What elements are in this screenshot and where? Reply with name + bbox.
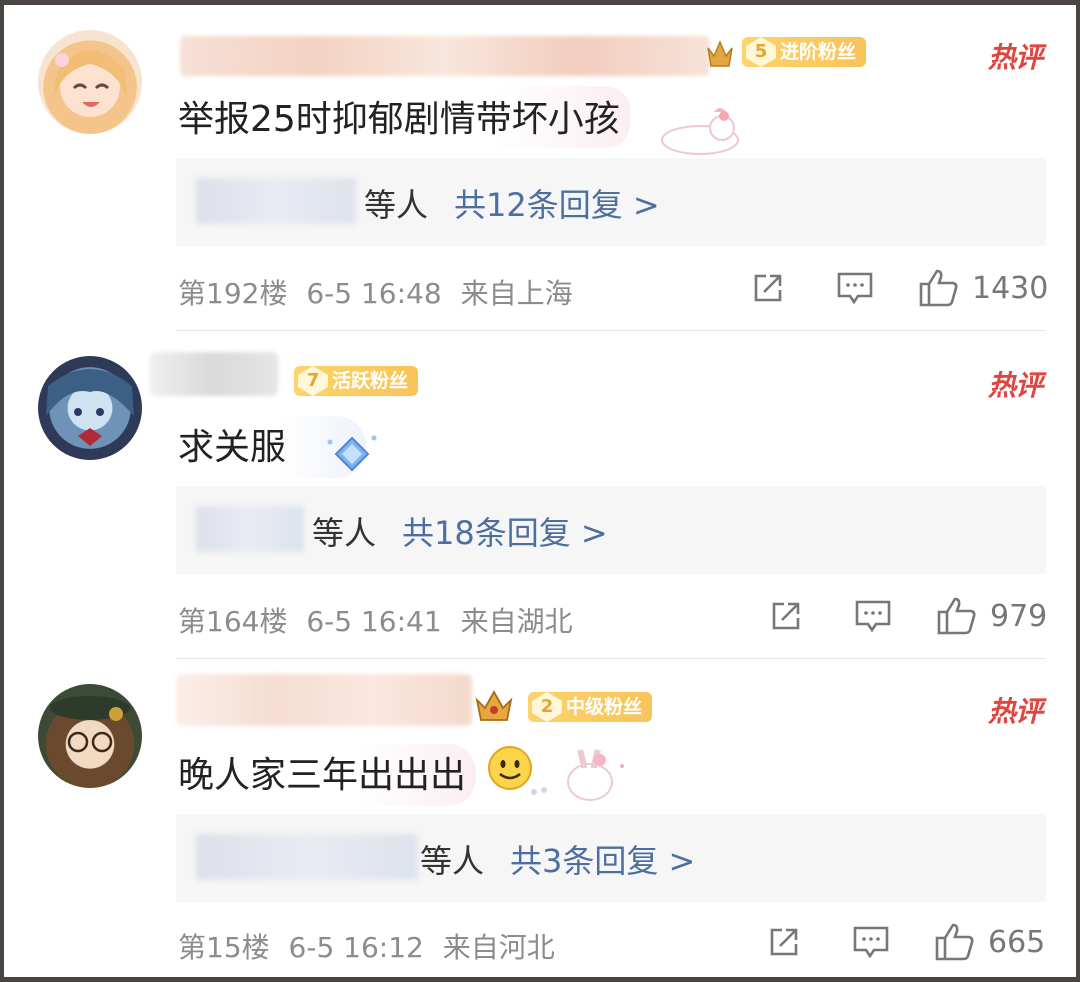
like-count: 665 xyxy=(988,925,1046,960)
like-count: 979 xyxy=(990,599,1048,634)
avatar[interactable] xyxy=(38,30,142,134)
reply-summary[interactable]: 等人 共18条回复 > xyxy=(176,486,1046,574)
reply-users-blurred xyxy=(196,506,304,552)
floor-number: 第192楼 xyxy=(178,277,288,310)
thumbs-up-icon[interactable] xyxy=(918,268,960,308)
fan-level-label: 中级粉丝 xyxy=(566,696,643,718)
comment-meta: 第192楼 6-5 16:48 来自上海 xyxy=(178,272,573,312)
fan-level-label: 进阶粉丝 xyxy=(780,41,857,63)
comment-time: 6-5 16:41 xyxy=(306,605,442,638)
comment-time: 6-5 16:12 xyxy=(288,931,424,964)
reply-users-blurred xyxy=(196,834,418,880)
comment-meta: 第164楼 6-5 16:41 来自湖北 xyxy=(178,600,573,640)
username-blurred[interactable] xyxy=(180,36,710,76)
fan-level-number: 5 xyxy=(746,37,776,67)
reply-count-link[interactable]: 共18条回复 > xyxy=(402,508,608,554)
hot-comment-label: 热评 xyxy=(987,41,1043,74)
fan-level-badge[interactable]: 7 活跃粉丝 xyxy=(294,366,419,396)
reply-etc-label: 等人 xyxy=(364,186,429,224)
share-icon[interactable] xyxy=(750,270,786,306)
hot-comment-label: 热评 xyxy=(987,695,1043,728)
comment-location: 来自河北 xyxy=(442,931,555,964)
avatar[interactable] xyxy=(38,356,142,460)
fan-level-number: 2 xyxy=(532,692,562,722)
fan-level-number: 7 xyxy=(298,366,328,396)
comment-meta: 第15楼 6-5 16:12 来自河北 xyxy=(178,926,555,966)
comment-icon[interactable] xyxy=(836,270,874,306)
floor-number: 第164楼 xyxy=(178,605,288,638)
comment-location: 来自湖北 xyxy=(460,605,573,638)
reply-etc-label: 等人 xyxy=(312,514,377,552)
comment-icon[interactable] xyxy=(852,924,890,960)
username-blurred[interactable] xyxy=(150,352,278,396)
divider xyxy=(176,330,1046,331)
fan-level-label: 活跃粉丝 xyxy=(332,370,409,392)
reply-summary[interactable]: 等人 共12条回复 > xyxy=(176,158,1046,246)
thumbs-up-icon[interactable] xyxy=(934,922,976,962)
diamond-sticker-icon xyxy=(322,430,384,480)
reply-count-link[interactable]: 共12条回复 > xyxy=(454,180,660,226)
reply-summary[interactable]: 等人 共3条回复 > xyxy=(176,814,1046,902)
reply-users-blurred xyxy=(196,178,356,224)
crown-icon xyxy=(706,38,734,70)
reply-count-link[interactable]: 共3条回复 > xyxy=(510,836,695,882)
share-icon[interactable] xyxy=(766,924,802,960)
comment-text: 举报25时抑郁剧情带坏小孩 xyxy=(178,86,630,148)
reply-etc-label: 等人 xyxy=(420,842,485,880)
bunny-sticker-icon xyxy=(524,740,634,806)
share-icon[interactable] xyxy=(768,598,804,634)
comment-time: 6-5 16:48 xyxy=(306,277,442,310)
thumbs-up-icon[interactable] xyxy=(936,596,978,636)
cat-sticker-icon xyxy=(650,100,740,156)
comment-text: 晚人家三年出出出 xyxy=(178,744,477,806)
divider xyxy=(176,658,1046,659)
fan-level-badge[interactable]: 2 中级粉丝 xyxy=(528,692,653,722)
crown-icon xyxy=(474,688,514,724)
like-count: 1430 xyxy=(972,271,1049,306)
username-blurred[interactable] xyxy=(176,674,472,726)
floor-number: 第15楼 xyxy=(178,931,270,964)
fan-level-badge[interactable]: 5 进阶粉丝 xyxy=(742,37,867,67)
hot-comment-label: 热评 xyxy=(987,369,1043,402)
comment-icon[interactable] xyxy=(854,598,892,634)
comment-location: 来自上海 xyxy=(460,277,573,310)
avatar[interactable] xyxy=(38,684,142,788)
